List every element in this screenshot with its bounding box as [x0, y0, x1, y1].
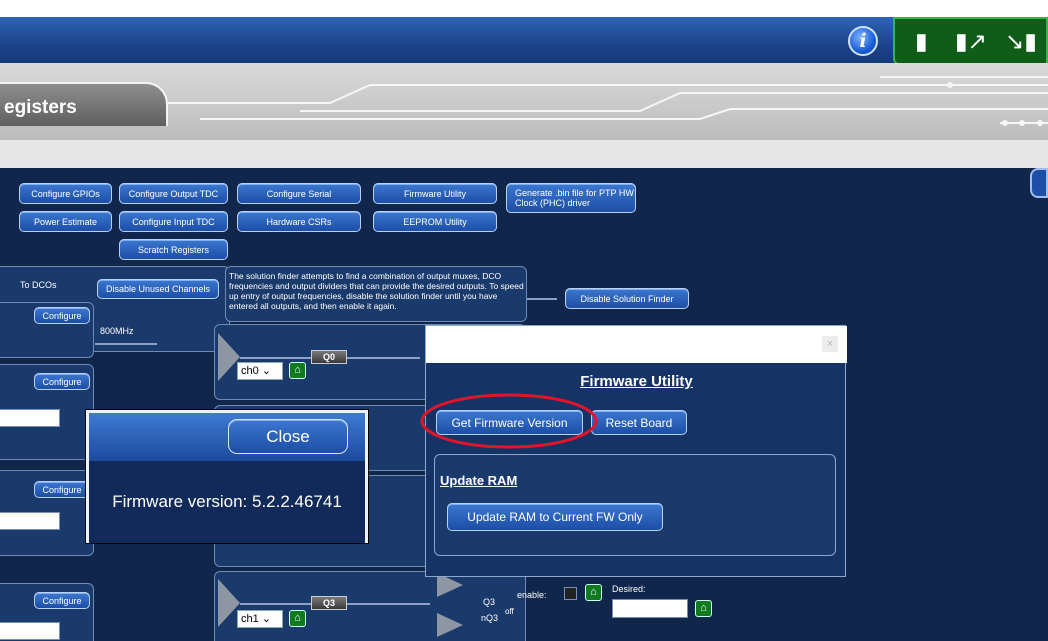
tool-icons-panel: ▮ ▮↗ ↘▮ [893, 17, 1048, 65]
side-tab[interactable] [1030, 168, 1048, 198]
output-panel-q3 [214, 571, 526, 641]
chip-arrow-out-icon[interactable]: ▮↗ [955, 26, 987, 56]
solution-finder-description: The solution finder attempts to find a c… [229, 271, 524, 311]
registers-tab[interactable]: egisters [0, 82, 168, 126]
firmware-version-text: Firmware version: 5.2.2.46741 [89, 461, 365, 543]
top-bar [0, 17, 1048, 63]
disable-unused-channels-button[interactable]: Disable Unused Channels [97, 279, 219, 299]
lock-icon[interactable]: ⌂ [585, 584, 602, 601]
firmware-utility-dialog: × Firmware Utility Get Firmware Version … [425, 325, 847, 577]
configure-input-tdc-button[interactable]: Configure Input TDC [119, 211, 228, 232]
configure-output-tdc-button[interactable]: Configure Output TDC [119, 183, 228, 204]
dco-field-3[interactable] [0, 512, 60, 530]
configure-button-1[interactable]: Configure [34, 307, 90, 324]
chip-arrow-in-icon[interactable]: ↘▮ [1005, 26, 1037, 56]
channel-select-1[interactable]: ch0 ⌄ [237, 362, 283, 380]
update-ram-heading: Update RAM [440, 473, 518, 488]
dco-wire [95, 343, 157, 345]
enable-label: enable: [517, 590, 547, 600]
lock-icon[interactable]: ⌂ [289, 610, 306, 627]
reset-board-button[interactable]: Reset Board [591, 410, 687, 435]
lock-icon[interactable]: ⌂ [695, 600, 712, 617]
q3-output-label: Q3 [483, 597, 496, 607]
lock-icon[interactable]: ⌂ [289, 362, 306, 379]
nq3-output-label: nQ3 [481, 613, 499, 623]
buffer-nq3 [437, 613, 463, 637]
channel-select-2[interactable]: ch1 ⌄ [237, 610, 283, 628]
configure-button-4[interactable]: Configure [34, 592, 90, 609]
dialog-close-icon[interactable]: × [822, 336, 838, 352]
info-icon[interactable]: i [848, 26, 878, 56]
update-ram-button[interactable]: Update RAM to Current FW Only [447, 503, 663, 531]
generate-bin-button[interactable]: Generate .bin file for PTP HW Clock (PHC… [506, 183, 636, 213]
desired-frequency-input[interactable] [612, 599, 688, 618]
firmware-version-popup: Close Firmware version: 5.2.2.46741 [85, 409, 369, 544]
dialog-header [426, 326, 847, 363]
dco-field-4[interactable] [0, 622, 60, 640]
configure-serial-button[interactable]: Configure Serial [237, 183, 361, 204]
eeprom-utility-button[interactable]: EEPROM Utility [373, 211, 497, 232]
close-button[interactable]: Close [228, 419, 348, 454]
dco-frequency-label: 800MHz [100, 326, 134, 336]
desired-label: Desired: [612, 584, 646, 594]
q0-box: Q0 [311, 350, 347, 364]
solution-finder-wire [527, 298, 557, 300]
configure-button-3[interactable]: Configure [34, 481, 90, 498]
chip-icon[interactable]: ▮ [915, 26, 928, 56]
dialog-title: Firmware Utility [580, 373, 693, 390]
app-window: i ▮ ▮↗ ↘▮ egisters Configure GPIOs Confi… [0, 0, 1048, 641]
output-state-label: off [505, 607, 514, 616]
registers-tab-label: egisters [4, 97, 77, 118]
highlight-ring [420, 393, 598, 449]
to-dcos-label: To DCOs [20, 280, 57, 290]
sub-band [0, 140, 1048, 168]
disable-solution-finder-button[interactable]: Disable Solution Finder [565, 288, 689, 309]
hardware-csrs-button[interactable]: Hardware CSRs [237, 211, 361, 232]
dco-field-2[interactable] [0, 409, 60, 427]
firmware-utility-button[interactable]: Firmware Utility [373, 183, 497, 204]
power-estimate-button[interactable]: Power Estimate [19, 211, 112, 232]
enable-checkbox[interactable] [564, 587, 577, 600]
configure-button-2[interactable]: Configure [34, 373, 90, 390]
q3-box: Q3 [311, 596, 347, 610]
scratch-registers-button[interactable]: Scratch Registers [119, 239, 228, 260]
configure-gpios-button[interactable]: Configure GPIOs [19, 183, 112, 204]
